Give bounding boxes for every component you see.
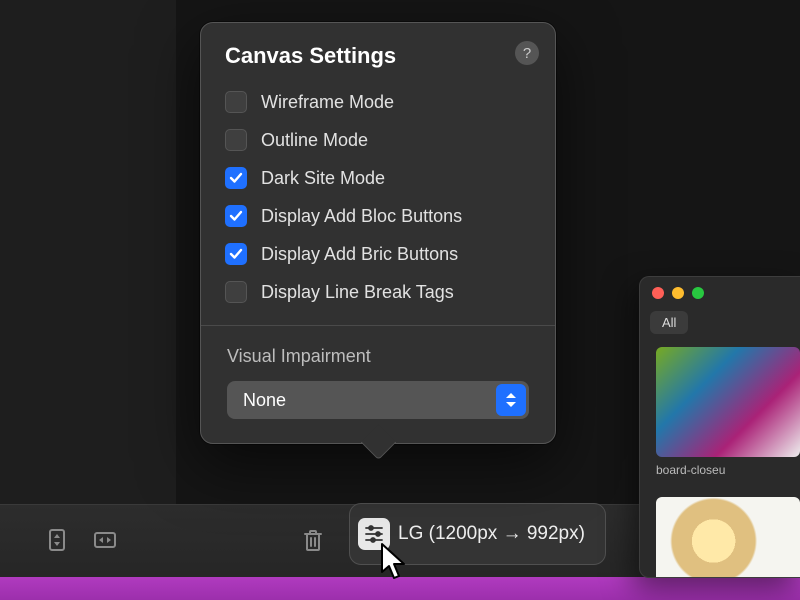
breakpoint-indicator[interactable]: LG (1200px → 992px) — [349, 503, 606, 565]
window-bottom-bar — [0, 576, 800, 600]
setting-row[interactable]: Display Line Break Tags — [201, 273, 555, 311]
setting-label: Outline Mode — [261, 130, 368, 151]
canvas-settings-popover: Canvas Settings ? Wireframe Mode Outline … — [200, 22, 556, 444]
select-value: None — [243, 390, 286, 411]
setting-label: Wireframe Mode — [261, 92, 394, 113]
setting-row[interactable]: Outline Mode — [201, 121, 555, 159]
asset-thumbnail[interactable] — [656, 497, 800, 578]
arrange-horizontal-icon[interactable] — [90, 525, 120, 555]
left-panel-bg — [0, 0, 176, 576]
asset-thumbnail-label: board-closeu — [656, 463, 725, 477]
close-icon[interactable] — [652, 287, 664, 299]
canvas-settings-icon[interactable] — [358, 518, 390, 550]
setting-label: Dark Site Mode — [261, 168, 385, 189]
setting-label: Display Add Bric Buttons — [261, 244, 458, 265]
setting-row[interactable]: Display Add Bloc Buttons — [201, 197, 555, 235]
setting-label: Display Line Break Tags — [261, 282, 454, 303]
setting-label: Display Add Bloc Buttons — [261, 206, 462, 227]
window-traffic-lights — [652, 287, 704, 299]
checkbox[interactable] — [225, 281, 247, 303]
checkbox[interactable] — [225, 205, 247, 227]
zoom-icon[interactable] — [692, 287, 704, 299]
help-icon[interactable]: ? — [515, 41, 539, 65]
visual-impairment-select[interactable]: None — [227, 381, 529, 419]
checkbox[interactable] — [225, 167, 247, 189]
breakpoint-label: LG (1200px → 992px) — [398, 523, 585, 545]
trash-icon[interactable] — [298, 525, 328, 555]
visual-impairment-label: Visual Impairment — [201, 326, 555, 381]
minimize-icon[interactable] — [672, 287, 684, 299]
setting-row[interactable]: Dark Site Mode — [201, 159, 555, 197]
asset-tab-all[interactable]: All — [650, 311, 688, 334]
checkbox[interactable] — [225, 91, 247, 113]
checkbox[interactable] — [225, 129, 247, 151]
arrange-vertical-icon[interactable] — [42, 525, 72, 555]
setting-row[interactable]: Wireframe Mode — [201, 83, 555, 121]
checkbox[interactable] — [225, 243, 247, 265]
popover-title: Canvas Settings — [201, 23, 555, 83]
asset-thumbnail[interactable] — [656, 347, 800, 457]
select-stepper-icon[interactable] — [496, 384, 526, 416]
asset-panel: All board-closeu — [639, 276, 800, 578]
setting-row[interactable]: Display Add Bric Buttons — [201, 235, 555, 273]
